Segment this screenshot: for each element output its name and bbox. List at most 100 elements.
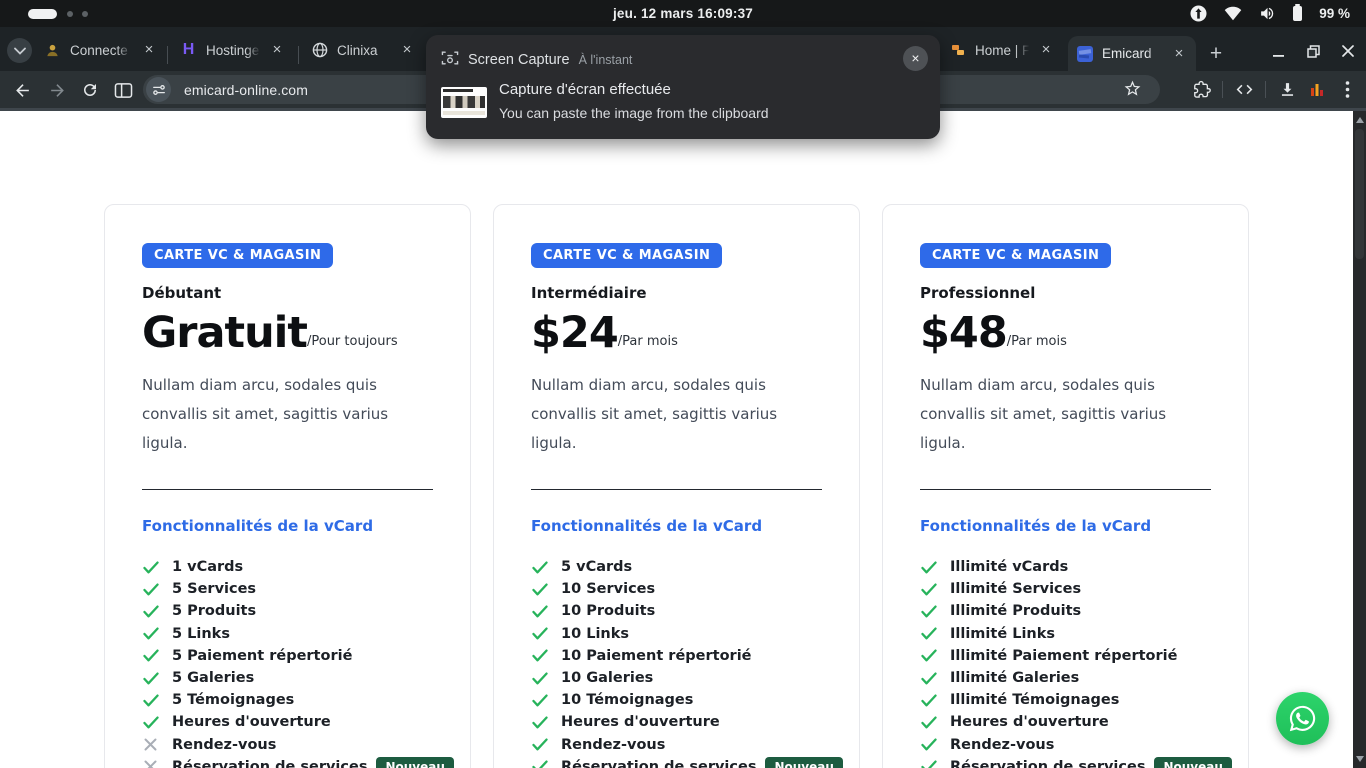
reload-icon[interactable] bbox=[79, 79, 101, 101]
feature-text: 5 Témoignages bbox=[172, 692, 294, 708]
tab-clinixa[interactable]: Clinixa × bbox=[303, 33, 424, 67]
check-icon bbox=[920, 716, 937, 729]
battery-percent: 99 % bbox=[1319, 6, 1350, 21]
bookmark-star-icon[interactable] bbox=[1123, 79, 1142, 103]
screen-capture-notification[interactable]: Screen Capture À l'instant × Capture d'é… bbox=[426, 35, 940, 139]
plan-price: Gratuit bbox=[142, 312, 307, 355]
volume-icon[interactable] bbox=[1259, 5, 1276, 22]
features-title: Fonctionnalités de la vCard bbox=[142, 517, 433, 535]
feature-text: Réservation de services bbox=[172, 759, 367, 768]
code-extension-icon[interactable] bbox=[1229, 75, 1259, 105]
url-text[interactable]: emicard-online.com bbox=[184, 82, 308, 98]
tab-close-icon[interactable]: × bbox=[398, 41, 416, 59]
plan-name: Débutant bbox=[142, 284, 433, 302]
wifi-icon[interactable] bbox=[1224, 6, 1242, 21]
feature-text: 5 Services bbox=[172, 581, 256, 597]
window-close-button[interactable] bbox=[1340, 43, 1356, 59]
plan-description: Nullam diam arcu, sodales quis convallis… bbox=[920, 371, 1214, 458]
feature-row: 5 Services bbox=[142, 578, 433, 600]
feature-row: Illimité Galeries bbox=[920, 667, 1211, 689]
update-icon[interactable] bbox=[1190, 5, 1207, 22]
feature-row: Illimité Produits bbox=[920, 600, 1211, 622]
check-icon bbox=[142, 583, 159, 596]
restore-button[interactable] bbox=[1305, 43, 1321, 59]
feature-row: 5 vCards bbox=[531, 556, 822, 578]
toolbar-actions bbox=[1186, 71, 1366, 108]
tab-close-icon[interactable]: × bbox=[140, 41, 158, 59]
site-settings-icon[interactable] bbox=[146, 77, 171, 102]
feature-text: 5 Galeries bbox=[172, 670, 254, 686]
card-divider bbox=[920, 489, 1211, 490]
feature-text: Rendez-vous bbox=[950, 737, 1054, 753]
price-row: $48 /Par mois bbox=[920, 312, 1211, 355]
check-icon bbox=[531, 738, 548, 751]
plan-period: /Par mois bbox=[1007, 334, 1067, 355]
feature-row: 5 Links bbox=[142, 623, 433, 645]
notification-timestamp: À l'instant bbox=[579, 53, 633, 67]
plan-name: Intermédiaire bbox=[531, 284, 822, 302]
scroll-up-icon[interactable] bbox=[1356, 117, 1364, 123]
feature-row: 10 Links bbox=[531, 623, 822, 645]
minimize-button[interactable] bbox=[1270, 43, 1286, 59]
feature-row: Illimité Services bbox=[920, 578, 1211, 600]
feature-text: Illimité vCards bbox=[950, 559, 1068, 575]
tab-divider bbox=[298, 46, 299, 64]
tab-close-icon[interactable]: × bbox=[1170, 45, 1188, 63]
plan-price: $48 bbox=[920, 312, 1007, 355]
whatsapp-icon bbox=[1288, 704, 1317, 733]
feature-row: 5 Produits bbox=[142, 600, 433, 622]
feature-row: Rendez-vous bbox=[531, 734, 822, 756]
features-list: 5 vCards 10 Services 10 Produits 10 Link… bbox=[531, 556, 822, 768]
tab-connecte[interactable]: Connecte × bbox=[36, 33, 166, 67]
check-icon bbox=[531, 583, 548, 596]
split-view-icon[interactable] bbox=[112, 79, 134, 101]
feature-row: Heures d'ouverture bbox=[920, 711, 1211, 733]
feature-text: Illimité Galeries bbox=[950, 670, 1079, 686]
scroll-down-icon[interactable] bbox=[1356, 756, 1364, 762]
check-icon bbox=[531, 649, 548, 662]
notification-close-icon[interactable]: × bbox=[903, 46, 928, 71]
feature-text: Heures d'ouverture bbox=[561, 714, 720, 730]
check-icon bbox=[920, 760, 937, 768]
hostinger-favicon-icon: H bbox=[180, 42, 197, 59]
tab-close-icon[interactable]: × bbox=[268, 41, 286, 59]
whatsapp-button[interactable] bbox=[1276, 692, 1329, 745]
scrollbar[interactable] bbox=[1353, 111, 1366, 768]
orange-extension-icon[interactable] bbox=[1302, 75, 1332, 105]
feature-row: Illimité Links bbox=[920, 623, 1211, 645]
features-list: 1 vCards 5 Services 5 Produits 5 Links 5… bbox=[142, 556, 433, 768]
feature-text: Réservation de services bbox=[950, 759, 1145, 768]
check-icon bbox=[920, 583, 937, 596]
check-icon bbox=[142, 672, 159, 685]
tab-hostinger[interactable]: H Hostinge × bbox=[172, 33, 294, 67]
tab-emicard-active[interactable]: Emicard × bbox=[1068, 36, 1196, 71]
forward-icon[interactable] bbox=[46, 79, 68, 101]
check-icon bbox=[531, 561, 548, 574]
feature-new-badge: Nouveau bbox=[376, 757, 453, 768]
tab-close-icon[interactable]: × bbox=[1037, 41, 1055, 59]
tab-label: Home | F bbox=[975, 43, 1031, 58]
feature-text: Illimité Témoignages bbox=[950, 692, 1119, 708]
tab-search-button[interactable] bbox=[7, 38, 32, 63]
extensions-icon[interactable] bbox=[1186, 75, 1216, 105]
card-divider bbox=[531, 489, 822, 490]
feature-row: Réservation de services Nouveau bbox=[920, 756, 1211, 768]
feature-row: 10 Paiement répertorié bbox=[531, 645, 822, 667]
scrollbar-thumb[interactable] bbox=[1355, 129, 1364, 259]
feature-text: 10 Produits bbox=[561, 603, 655, 619]
capture-thumbnail bbox=[441, 87, 487, 118]
features-list: Illimité vCards Illimité Services Illimi… bbox=[920, 556, 1211, 768]
system-tray[interactable]: 99 % bbox=[1190, 0, 1350, 27]
feature-text: 10 Services bbox=[561, 581, 655, 597]
feature-row: Illimité Paiement répertorié bbox=[920, 645, 1211, 667]
tab-label: Clinixa bbox=[337, 43, 392, 58]
browser-menu-icon[interactable] bbox=[1332, 75, 1362, 105]
tab-home[interactable]: Home | F × bbox=[941, 33, 1063, 67]
back-icon[interactable] bbox=[11, 79, 33, 101]
new-tab-button[interactable]: + bbox=[1203, 42, 1229, 68]
battery-icon[interactable] bbox=[1293, 6, 1302, 21]
card-divider bbox=[142, 489, 433, 490]
check-icon bbox=[920, 672, 937, 685]
feature-row: Rendez-vous bbox=[920, 734, 1211, 756]
downloads-icon[interactable] bbox=[1272, 75, 1302, 105]
